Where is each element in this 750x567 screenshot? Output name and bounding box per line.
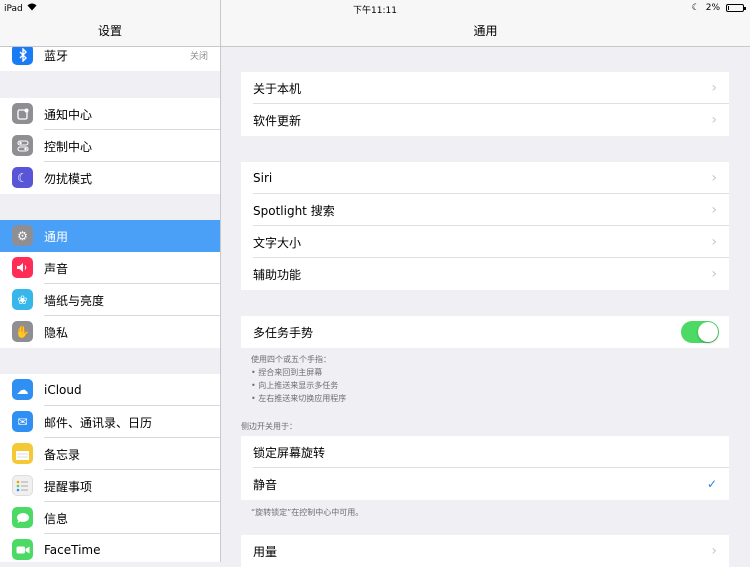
mail-icon: ✉ — [12, 411, 33, 432]
sidebar-item-label: iCloud — [44, 383, 82, 397]
sidebar-item-label: 通知中心 — [44, 107, 93, 122]
sidebar-item-label: 通用 — [44, 229, 69, 244]
row-label: 静音 — [253, 477, 278, 492]
moon-icon: ☾ — [12, 167, 33, 188]
battery-percent: 2% — [705, 3, 720, 13]
row-label: 多任务手势 — [253, 325, 314, 340]
row-lock-rotation[interactable]: 锁定屏幕旋转 — [241, 436, 729, 468]
speaker-icon — [12, 257, 33, 278]
facetime-icon — [12, 539, 33, 560]
chevron-right-icon: › — [711, 112, 717, 128]
row-multitask-gestures: 多任务手势 — [241, 316, 729, 348]
wallpaper-icon: ❀ — [12, 289, 33, 310]
sidebar-item-mail[interactable]: ✉ 邮件、通讯录、日历 — [0, 406, 220, 438]
siri-group: Siri › Spotlight 搜索 › 文字大小 › 辅助功能 › — [241, 162, 729, 290]
sidebar-item-label: FaceTime — [44, 543, 101, 557]
about-group: 关于本机 › 软件更新 › — [241, 72, 729, 136]
sidebar-item-sounds[interactable]: 声音 — [0, 252, 220, 284]
notes-icon — [12, 443, 33, 464]
status-time: 下午11:11 — [353, 6, 397, 16]
row-label: Spotlight 搜索 — [253, 203, 335, 218]
row-spotlight[interactable]: Spotlight 搜索 › — [241, 194, 729, 226]
row-label: Siri — [253, 171, 273, 185]
sidebar-item-do-not-disturb[interactable]: ☾ 勿扰模式 — [0, 162, 220, 194]
bluetooth-status: 关闭 — [189, 51, 208, 62]
side-switch-header: 侧边开关用于： — [241, 422, 297, 431]
row-siri[interactable]: Siri › — [241, 162, 729, 194]
sidebar-item-label: 备忘录 — [44, 447, 81, 462]
sidebar-item-general[interactable]: ⚙ 通用 — [0, 220, 220, 252]
sidebar-item-reminders[interactable]: 提醒事项 — [0, 470, 220, 502]
messages-icon — [12, 507, 33, 528]
sidebar-item-facetime[interactable]: FaceTime — [0, 534, 220, 562]
sidebar-item-label: 邮件、通讯录、日历 — [44, 415, 153, 430]
row-software-update[interactable]: 软件更新 › — [241, 104, 729, 136]
general-detail-pane[interactable]: 通用 关于本机 › 软件更新 › Siri › Spotlight 搜索 › 文… — [221, 0, 750, 567]
sidebar-item-label: 蓝牙 — [44, 48, 69, 63]
battery-icon — [726, 4, 746, 12]
row-label: 关于本机 — [253, 81, 302, 96]
settings-sidebar[interactable]: 设置 蓝牙 关闭 通知中心 控制中心 ☾ 勿扰模式 ⚙ 通用 声音 ❀ 墙纸与亮… — [0, 0, 221, 562]
checkmark-icon: ✓ — [706, 477, 717, 491]
row-label: 锁定屏幕旋转 — [253, 445, 326, 460]
chevron-right-icon: › — [711, 80, 717, 96]
chevron-right-icon: › — [711, 543, 717, 559]
sidebar-item-label: 隐私 — [44, 325, 69, 340]
moon-status-icon: ☾ — [691, 3, 700, 13]
sidebar-item-notes[interactable]: 备忘录 — [0, 438, 220, 470]
row-label: 用量 — [253, 544, 278, 559]
side-switch-group: 锁定屏幕旋转 静音 ✓ — [241, 436, 729, 500]
control-center-icon — [12, 135, 33, 156]
sidebar-item-label: 信息 — [44, 511, 69, 526]
sidebar-item-label: 提醒事项 — [44, 479, 93, 494]
row-usage[interactable]: 用量 › — [241, 535, 729, 567]
sidebar-item-label: 控制中心 — [44, 139, 93, 154]
multitask-group: 多任务手势 — [241, 316, 729, 348]
sidebar-item-label: 声音 — [44, 261, 69, 276]
row-label: 辅助功能 — [253, 267, 302, 282]
usage-group: 用量 › — [241, 535, 729, 567]
status-bar: iPad 下午11:11 ☾ 2% — [0, 0, 750, 16]
sidebar-item-notification-center[interactable]: 通知中心 — [0, 98, 220, 130]
row-label: 软件更新 — [253, 113, 302, 128]
sidebar-item-messages[interactable]: 信息 — [0, 502, 220, 534]
row-text-size[interactable]: 文字大小 › — [241, 226, 729, 258]
side-switch-footer: “旋转锁定”在控制中心中可用。 — [251, 508, 364, 517]
sidebar-item-icloud[interactable]: ☁ iCloud — [0, 374, 220, 406]
row-about[interactable]: 关于本机 › — [241, 72, 729, 104]
sidebar-item-label: 勿扰模式 — [44, 171, 93, 186]
gear-icon: ⚙ — [12, 225, 33, 246]
chevron-right-icon: › — [711, 234, 717, 250]
cloud-icon: ☁ — [12, 379, 33, 400]
row-label: 文字大小 — [253, 235, 302, 250]
notification-center-icon — [12, 103, 33, 124]
bluetooth-icon — [12, 44, 33, 65]
multitask-footer: 使用四个或五个手指： • 捏合来回到主屏幕 • 向上推送来显示多任务 • 左右推… — [251, 355, 347, 403]
sidebar-item-privacy[interactable]: ✋ 隐私 — [0, 316, 220, 348]
sidebar-item-label: 墙纸与亮度 — [44, 293, 105, 308]
reminders-icon — [12, 475, 33, 496]
chevron-right-icon: › — [711, 202, 717, 218]
hand-icon: ✋ — [12, 321, 33, 342]
multitask-toggle[interactable] — [681, 321, 719, 343]
sidebar-item-control-center[interactable]: 控制中心 — [0, 130, 220, 162]
sidebar-item-wallpaper[interactable]: ❀ 墙纸与亮度 — [0, 284, 220, 316]
row-mute[interactable]: 静音 ✓ — [241, 468, 729, 500]
chevron-right-icon: › — [711, 266, 717, 282]
chevron-right-icon: › — [711, 170, 717, 186]
row-accessibility[interactable]: 辅助功能 › — [241, 258, 729, 290]
